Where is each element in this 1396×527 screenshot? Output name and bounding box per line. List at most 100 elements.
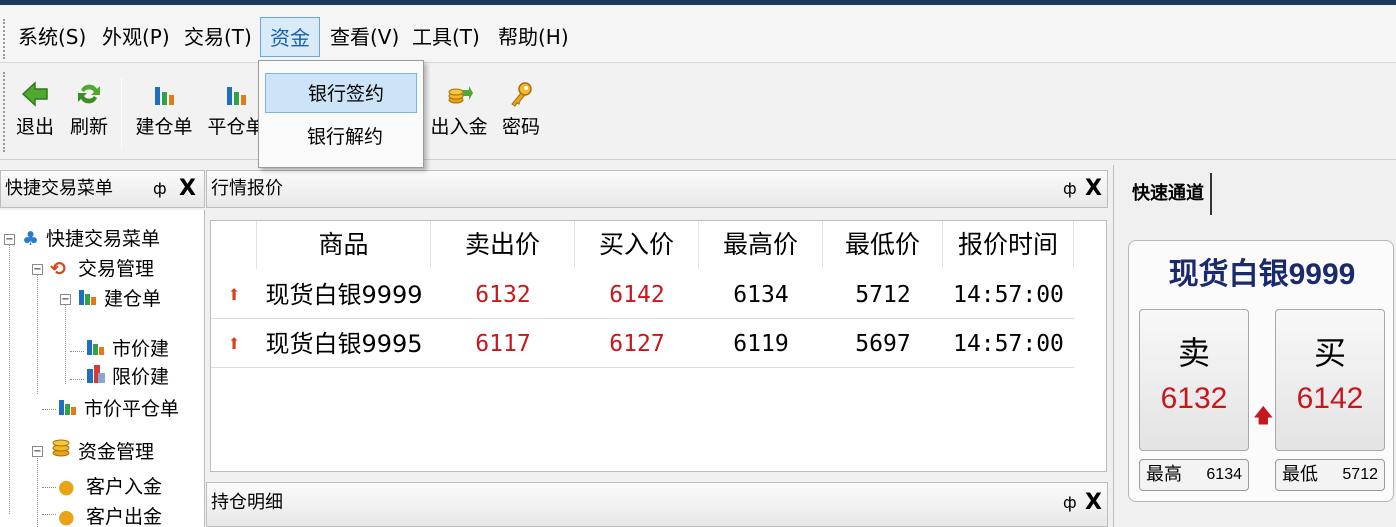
- buy-button[interactable]: 买 6142: [1275, 309, 1385, 451]
- sell-price: 6132: [1160, 382, 1228, 415]
- password-button[interactable]: 密码: [498, 74, 544, 156]
- limit-chart-icon: [86, 362, 112, 392]
- collapse-toggle-icon[interactable]: −: [60, 294, 71, 305]
- tree-node-label: 市价平仓单: [84, 398, 180, 420]
- exit-label: 退出: [15, 116, 54, 138]
- menu-trade[interactable]: 交易(T): [180, 17, 256, 57]
- column-header-low[interactable]: 最低价: [823, 221, 943, 269]
- sell-button[interactable]: 卖 6132: [1139, 309, 1249, 451]
- tree-guide: [42, 409, 56, 410]
- deposit-withdraw-label: 出入金: [430, 116, 488, 138]
- bank-unsign-menu-item[interactable]: 银行解约: [265, 117, 417, 157]
- pin-icon[interactable]: ф: [1063, 483, 1077, 523]
- toolbar: 退出 刷新 建仓单 平仓单 出入金 密码: [0, 64, 1396, 160]
- open-position-button[interactable]: 建仓单: [132, 74, 196, 156]
- low-stat: 最低 5712: [1275, 459, 1385, 491]
- menu-bar: 系统(S) 外观(P) 交易(T) 资金 查看(V) 工具(T) 帮助(H): [0, 5, 1396, 63]
- tree-guide: [37, 274, 38, 394]
- tree-node-label: 资金管理: [78, 441, 155, 463]
- coins-arrow-icon: ●: [58, 506, 75, 527]
- tree-node-market-close[interactable]: 市价平仓单: [58, 394, 179, 424]
- pin-icon[interactable]: ф: [153, 171, 167, 207]
- bar-chart-icon: [132, 74, 196, 114]
- bar-chart-icon: [58, 394, 84, 424]
- tree-node-funds-management[interactable]: 资金管理: [50, 436, 154, 466]
- tree-node-label: 快捷交易菜单: [46, 228, 161, 250]
- low-price-cell: 5712: [855, 282, 911, 308]
- collapse-toggle-icon[interactable]: −: [4, 234, 15, 245]
- low-label: 最低: [1282, 464, 1318, 485]
- tree-guide: [42, 487, 56, 488]
- quote-table: 商品 卖出价 买入价 最高价 最低价 报价时间 ⬆ 现货白银9999 6132 …: [210, 220, 1107, 472]
- tree-node-market-open[interactable]: 市价建: [86, 334, 169, 364]
- coins-arrow-icon: ●: [58, 476, 75, 498]
- tree-node-trade-management[interactable]: ⟲ 交易管理: [50, 254, 154, 284]
- tree-node-label: 建仓单: [104, 288, 162, 310]
- quick-channel-panel: 快速通道 现货白银9999 卖 6132 🡅 买 6142 最高 6134 最低…: [1113, 165, 1396, 527]
- collapse-toggle-icon[interactable]: −: [32, 446, 43, 457]
- position-panel-header: 持仓明细 ф X: [206, 482, 1108, 527]
- sell-label: 卖: [1177, 334, 1210, 372]
- buy-label: 买: [1313, 334, 1346, 372]
- collapse-toggle-icon[interactable]: −: [32, 264, 43, 275]
- coins-icon: [428, 74, 490, 114]
- funds-dropdown-menu: 银行签约 银行解约: [258, 60, 424, 168]
- refresh-label: 刷新: [69, 116, 108, 138]
- refresh-icon: [66, 74, 112, 114]
- tree-guide: [9, 244, 10, 514]
- close-icon[interactable]: X: [1085, 171, 1102, 207]
- tree-node-label: 交易管理: [78, 258, 155, 280]
- deposit-withdraw-button[interactable]: 出入金: [428, 74, 490, 156]
- quick-trade-card: 现货白银9999 卖 6132 🡅 买 6142 最高 6134 最低 5712: [1128, 240, 1394, 502]
- exit-button[interactable]: 退出: [12, 74, 58, 156]
- tree-node-withdraw[interactable]: ● 客户出金: [58, 502, 162, 527]
- high-price-cell: 6119: [733, 331, 789, 357]
- menu-funds[interactable]: 资金: [260, 17, 320, 57]
- quote-time-cell: 14:57:00: [953, 331, 1064, 357]
- quote-panel-header: 行情报价 ф X: [206, 170, 1108, 208]
- pin-icon[interactable]: ф: [1063, 171, 1077, 207]
- up-arrow-icon: ⬆: [227, 282, 241, 308]
- menu-appearance[interactable]: 外观(P): [98, 17, 174, 57]
- tree-node-limit-open[interactable]: 限价建: [86, 362, 169, 392]
- quick-menu-title: 快捷交易菜单: [5, 178, 113, 199]
- tree-guide: [70, 351, 84, 352]
- menu-help[interactable]: 帮助(H): [494, 17, 573, 57]
- tree-node-label: 客户出金: [86, 506, 163, 527]
- row-indicator-header: [211, 221, 257, 269]
- quick-menu-header: 快捷交易菜单 ф X: [0, 170, 205, 208]
- tree-node-root[interactable]: ♣ 快捷交易菜单: [22, 224, 160, 254]
- column-header-high[interactable]: 最高价: [699, 221, 823, 269]
- menu-tools[interactable]: 工具(T): [408, 17, 484, 57]
- bank-sign-menu-item[interactable]: 银行签约: [265, 73, 417, 113]
- buy-price: 6142: [1296, 382, 1364, 415]
- buy-price-cell: 6127: [609, 331, 665, 357]
- high-stat: 最高 6134: [1139, 459, 1249, 491]
- close-icon[interactable]: X: [179, 171, 196, 207]
- low-value: 5712: [1342, 466, 1378, 483]
- product-cell: 现货白银9995: [265, 330, 423, 358]
- column-header-time[interactable]: 报价时间: [943, 221, 1074, 269]
- buy-price-cell: 6142: [609, 282, 665, 308]
- column-header-product[interactable]: 商品: [257, 221, 431, 269]
- menu-grip: [3, 19, 7, 59]
- coins-icon: [50, 436, 78, 467]
- quote-time-cell: 14:57:00: [953, 282, 1064, 308]
- high-price-cell: 6134: [733, 282, 789, 308]
- table-row[interactable]: ⬆ 现货白银9995 6117 6127 6119 5697 14:57:00: [211, 320, 1074, 368]
- trading-client-window: 系统(S) 外观(P) 交易(T) 资金 查看(V) 工具(T) 帮助(H) 退…: [0, 0, 1396, 527]
- close-icon[interactable]: X: [1085, 483, 1102, 523]
- tab-quick-channel[interactable]: 快速通道: [1126, 173, 1212, 215]
- refresh-button[interactable]: 刷新: [66, 74, 112, 156]
- tree-node-label: 市价建: [112, 338, 170, 360]
- tree-guide: [65, 304, 66, 384]
- menu-system[interactable]: 系统(S): [14, 17, 90, 57]
- menu-view[interactable]: 查看(V): [326, 17, 403, 57]
- tree-node-open-position[interactable]: 建仓单: [78, 284, 161, 314]
- tree-node-deposit[interactable]: ● 客户入金: [58, 472, 162, 502]
- column-header-sell[interactable]: 卖出价: [431, 221, 575, 269]
- table-row[interactable]: ⬆ 现货白银9999 6132 6142 6134 5712 14:57:00: [211, 271, 1074, 319]
- column-header-buy[interactable]: 买入价: [575, 221, 699, 269]
- key-icon: [498, 74, 544, 114]
- tree-node-label: 限价建: [112, 366, 170, 388]
